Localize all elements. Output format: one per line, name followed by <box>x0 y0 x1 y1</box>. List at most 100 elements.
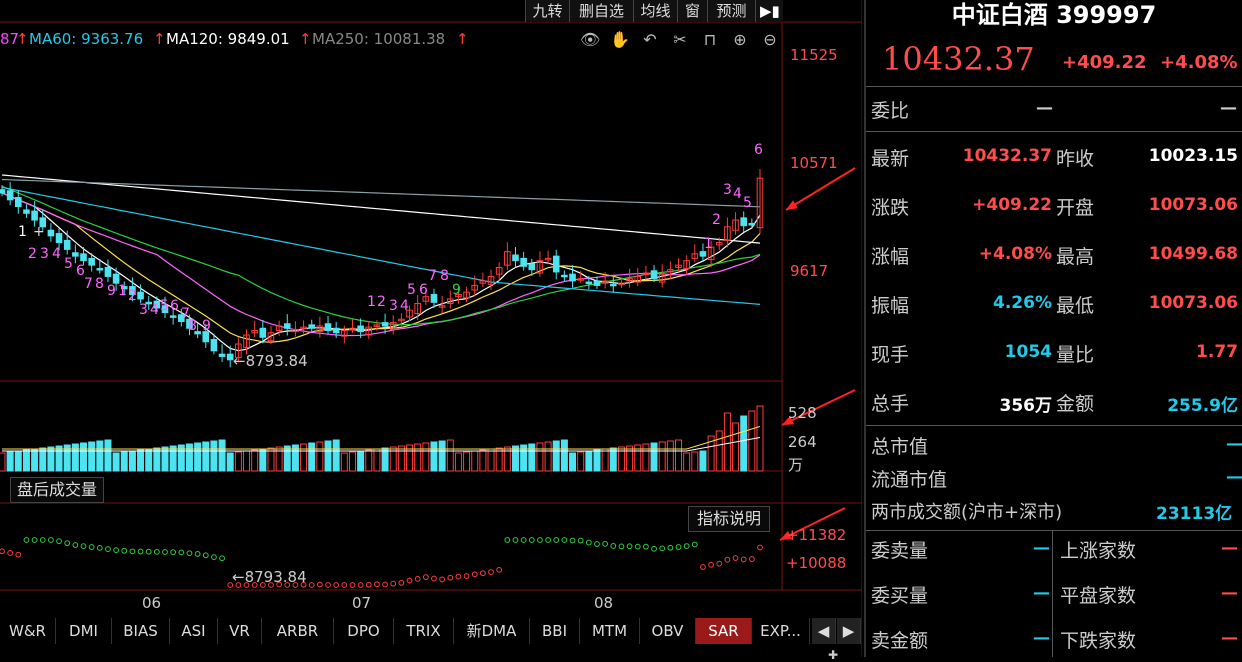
tab-exp[interactable]: EXP... <box>752 618 810 644</box>
annotation-arrowhead <box>786 200 798 210</box>
sar-dot <box>145 548 152 555</box>
zoom-out-icon[interactable]: ⊖ <box>760 30 780 50</box>
sar-dot <box>23 537 30 543</box>
hand-icon[interactable]: ✋ <box>610 30 630 50</box>
expand-right-icon[interactable]: ▶▮ <box>755 0 783 22</box>
tab-wr[interactable]: W&R <box>0 618 56 644</box>
low-price-marker: ←8793.84 <box>233 352 308 370</box>
nine-turn-number: 4 <box>400 298 409 314</box>
sar-dot <box>308 582 315 588</box>
sar-dot <box>219 555 225 562</box>
volume-bar <box>251 449 259 472</box>
volume-bar <box>756 405 764 472</box>
nine-turn-number: 2 <box>28 246 37 262</box>
quote-value: 10023.15 <box>1148 146 1238 166</box>
lock-icon[interactable]: ⊓ <box>700 30 720 50</box>
zoom-in-icon[interactable]: ⊕ <box>730 30 750 50</box>
sar-dot <box>520 537 527 543</box>
kline-chart-area[interactable]: 1 +2 3 4 5 6 7 8 9 1 2 3 4 5 6 7 8 9 1 2 3 4 5 6 7 8 9 1 2 3 4 5 6 九转 删自… <box>0 0 862 662</box>
after-hours-volume-button[interactable]: 盘后成交量 <box>10 477 105 503</box>
eye-icon[interactable]: 👁 <box>580 30 600 50</box>
kline-svg[interactable]: 1 +2 3 45 67 8 9 1 23 4 5 6 78 91 2 3 45 67 89123 456 <box>0 0 862 657</box>
sar-dot <box>325 582 331 588</box>
volume-bar <box>699 450 707 472</box>
nine-turn-button[interactable]: 九转 <box>525 0 569 22</box>
order-value: — <box>1033 583 1050 603</box>
tab-arbr[interactable]: ARBR <box>262 618 334 644</box>
forecast-button[interactable]: 预测 <box>707 0 755 22</box>
sar-dot <box>504 537 511 543</box>
volume-bar <box>732 422 740 472</box>
sar-dot <box>88 544 95 550</box>
tab-bbi[interactable]: BBI <box>530 618 580 644</box>
candle-body <box>528 263 536 271</box>
weibi-value: — <box>1036 98 1053 118</box>
ma-settings-button[interactable]: 均线 <box>633 0 677 22</box>
volume-bar <box>446 439 454 472</box>
quote-value: 1.77 <box>1196 342 1238 362</box>
volume-bar <box>332 439 340 472</box>
weibi-label: 委比 <box>871 100 910 122</box>
candle-body <box>308 324 316 329</box>
undo-icon[interactable]: ↶ <box>640 30 660 50</box>
sar-dot <box>162 549 168 555</box>
candle-body <box>699 251 707 257</box>
quote-label: 现手 <box>871 344 910 366</box>
volume-bar <box>414 443 422 472</box>
candle-body <box>740 217 747 227</box>
candle-body <box>55 233 63 244</box>
quote-value: 1054 <box>1004 342 1052 362</box>
sar-dot <box>422 574 429 581</box>
candle-body <box>23 209 30 214</box>
tab-scroll-right-icon[interactable]: ▶ <box>837 618 861 644</box>
tab-new-dma[interactable]: 新DMA <box>454 618 530 644</box>
sar-dot <box>618 543 625 550</box>
tab-scroll-left-icon[interactable]: ◀ <box>812 618 836 644</box>
candle-body <box>748 222 756 226</box>
tab-dpo[interactable]: DPO <box>334 618 394 644</box>
volume-bar <box>650 442 658 472</box>
add-icon[interactable]: ✚ <box>828 648 838 662</box>
month-label: 07 <box>352 594 372 612</box>
volume-bar <box>259 448 267 472</box>
nine-turn-number: 1 <box>118 283 127 299</box>
candle-body <box>15 197 22 208</box>
nine-turn-number: 3 <box>40 246 49 262</box>
tab-dmi[interactable]: DMI <box>56 618 112 644</box>
sar-dot <box>211 554 217 561</box>
tab-mtm[interactable]: MTM <box>580 618 640 644</box>
volume-bar <box>471 450 479 472</box>
indicator-description-button[interactable]: 指标说明 <box>688 506 771 532</box>
scissors-icon[interactable]: ✂ <box>670 30 690 50</box>
quote-label: 涨幅 <box>871 246 910 268</box>
tab-asi[interactable]: ASI <box>170 618 218 644</box>
tab-obv[interactable]: OBV <box>640 618 696 644</box>
volume-bar <box>80 442 88 472</box>
tab-sar[interactable]: SAR <box>696 618 752 644</box>
tab-bias[interactable]: BIAS <box>112 618 170 644</box>
tab-vr[interactable]: VR <box>218 618 262 644</box>
quote-label: 总手 <box>871 393 910 415</box>
ma-legend-arrow: ↑ <box>153 30 166 48</box>
sar-dot <box>569 537 576 544</box>
volume-bar <box>642 443 650 472</box>
volume-bar <box>6 451 14 472</box>
sar-dot <box>406 577 413 584</box>
volume-bar <box>348 451 356 472</box>
remove-watchlist-button[interactable]: 删自选 <box>569 0 633 22</box>
sar-dot <box>374 581 380 588</box>
candle-body <box>0 189 6 194</box>
candle-body <box>585 281 593 285</box>
volume-axis-label: 528 <box>788 404 817 422</box>
sar-dot <box>137 548 144 555</box>
volume-bar <box>71 443 79 472</box>
tab-trix[interactable]: TRIX <box>394 618 454 644</box>
quote-value: +4.08% <box>978 244 1052 264</box>
candle-body <box>47 229 55 237</box>
ma20-line <box>1 192 761 337</box>
window-button[interactable]: 窗 <box>677 0 707 22</box>
volume-bar <box>454 452 462 472</box>
quote-label: 最低 <box>1056 295 1095 317</box>
sar-dot <box>341 582 348 588</box>
nine-turn-number: 5 <box>407 282 416 298</box>
